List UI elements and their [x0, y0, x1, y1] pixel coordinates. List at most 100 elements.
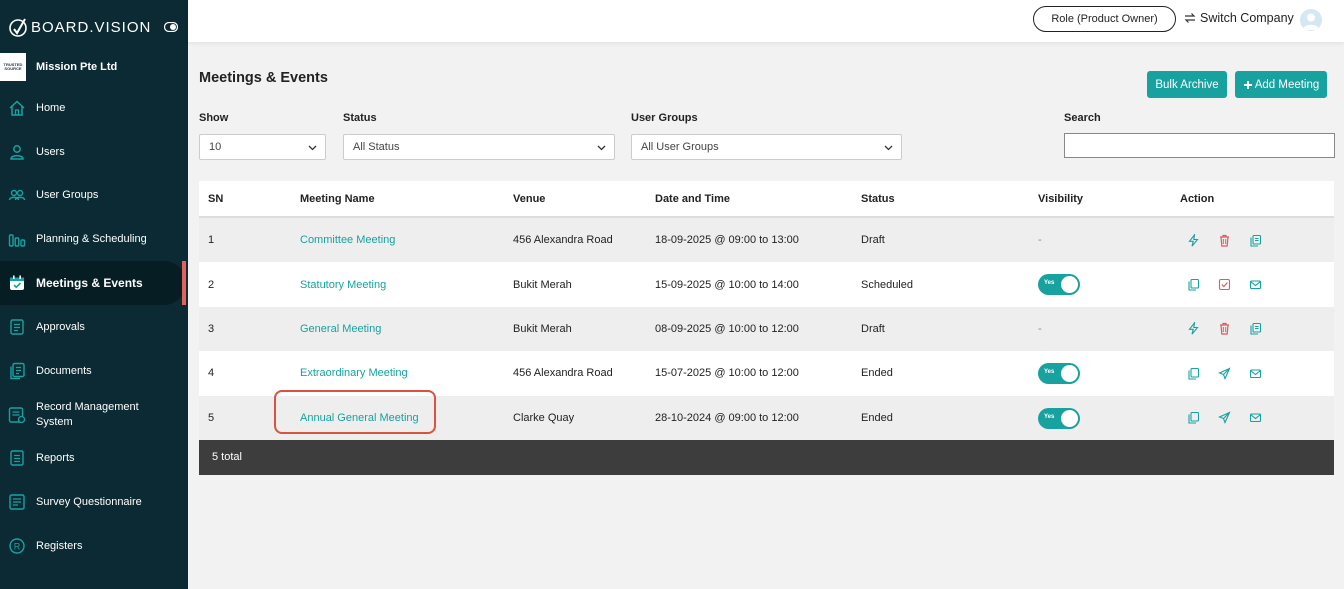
sidebar-item-label: Approvals — [36, 320, 85, 333]
delete-icon[interactable] — [1218, 234, 1231, 247]
table-row: 3 General Meeting Bukit Merah 08-09-2025… — [199, 306, 1334, 352]
add-meeting-button[interactable]: Add Meeting — [1235, 71, 1327, 98]
row-actions — [1187, 367, 1262, 380]
sidebar-item-home[interactable]: Home — [0, 86, 188, 130]
cell-venue: Bukit Merah — [513, 322, 572, 335]
cell-status: Draft — [861, 322, 885, 335]
sidebar-item-documents[interactable]: Documents — [0, 349, 188, 393]
check-square-icon[interactable] — [1218, 278, 1231, 291]
cell-status: Ended — [861, 411, 893, 424]
sidebar-item-approvals[interactable]: Approvals — [0, 305, 188, 349]
copy-icon[interactable] — [1187, 367, 1200, 380]
cell-status: Draft — [861, 234, 885, 247]
cell-date-time: 15-09-2025 @ 10:00 to 14:00 — [655, 278, 799, 291]
send-icon[interactable] — [1218, 411, 1231, 425]
top-bar: Role (Product Owner) Switch Company — [188, 0, 1344, 42]
plus-icon — [1243, 80, 1252, 89]
avatar[interactable] — [1300, 9, 1322, 31]
delete-icon[interactable] — [1218, 322, 1231, 336]
sidebar-item-label: Record Management System — [36, 400, 139, 428]
table-header: SN Meeting Name Venue Date and Time Stat… — [199, 181, 1334, 218]
company-selector[interactable]: TRUSTED SOURCE Mission Pte Ltd — [0, 53, 117, 81]
sidebar-item-users[interactable]: Users — [0, 130, 188, 174]
row-actions — [1187, 233, 1262, 247]
sidebar-item-reports[interactable]: Reports — [0, 437, 188, 481]
sidebar: BOARD.VISION TRUSTED SOURCE Mission Pte L… — [0, 0, 188, 589]
mail-icon[interactable] — [1249, 278, 1262, 291]
toggle-knob — [1061, 365, 1078, 383]
search-label: Search — [1064, 112, 1101, 124]
cell-sn: 4 — [208, 367, 215, 380]
copy-icon[interactable] — [1187, 278, 1200, 291]
toggle-knob — [1061, 276, 1078, 294]
cell-venue: Clarke Quay — [513, 411, 575, 424]
sidebar-item-meetings-events[interactable]: Meetings & Events — [0, 261, 186, 305]
header-venue[interactable]: Venue — [513, 193, 545, 205]
header-status[interactable]: Status — [861, 193, 895, 205]
sidebar-item-registers[interactable]: R Registers — [0, 524, 188, 568]
cell-date-time: 15-07-2025 @ 10:00 to 12:00 — [655, 367, 799, 380]
status-select[interactable]: All Status — [343, 134, 615, 160]
show-select[interactable]: 10 — [199, 134, 326, 160]
row-actions — [1187, 322, 1262, 336]
cell-date-time: 28-10-2024 @ 09:00 to 12:00 — [655, 411, 799, 424]
table-row: 2 Statutory Meeting Bukit Merah 15-09-20… — [199, 262, 1334, 307]
cell-sn: 2 — [208, 278, 215, 291]
user-groups-label: User Groups — [631, 112, 698, 124]
lightning-icon[interactable] — [1187, 233, 1200, 247]
cell-status: Scheduled — [861, 278, 913, 291]
visibility-toggle[interactable]: Yes — [1038, 363, 1080, 385]
cell-venue: Bukit Merah — [513, 278, 572, 291]
visibility-toggle[interactable]: Yes — [1038, 407, 1080, 429]
show-label: Show — [199, 112, 229, 124]
mail-icon[interactable] — [1249, 367, 1262, 380]
survey-icon — [8, 493, 26, 511]
user-groups-select[interactable]: All User Groups — [631, 134, 902, 160]
toggle-label: Yes — [1044, 280, 1055, 287]
meeting-name-link[interactable]: Extraordinary Meeting — [300, 367, 408, 379]
sidebar-toggle-icon[interactable] — [164, 22, 178, 32]
meeting-name-link[interactable]: General Meeting — [300, 323, 381, 335]
documents-icon — [8, 362, 26, 380]
copy-icon[interactable] — [1187, 411, 1200, 424]
copy-icon[interactable] — [1249, 234, 1262, 247]
header-action: Action — [1180, 192, 1215, 205]
company-logo: TRUSTED SOURCE — [0, 53, 26, 81]
chevron-down-icon — [597, 145, 606, 151]
sidebar-item-record-management[interactable]: Record Management System — [0, 393, 188, 437]
user-groups-value: All User Groups — [641, 141, 719, 153]
sidebar-item-user-groups[interactable]: User Groups — [0, 174, 188, 218]
visibility-toggle[interactable]: Yes — [1038, 274, 1080, 296]
cell-date-time: 08-09-2025 @ 10:00 to 12:00 — [655, 322, 799, 335]
cell-visibility: - — [1038, 234, 1042, 247]
cell-date-time: 18-09-2025 @ 09:00 to 13:00 — [655, 234, 799, 247]
mail-icon[interactable] — [1249, 411, 1262, 424]
cell-status: Ended — [861, 367, 893, 380]
approvals-icon — [8, 318, 26, 336]
sidebar-item-survey[interactable]: Survey Questionnaire — [0, 480, 188, 524]
sidebar-item-label: Registers — [36, 540, 83, 553]
lightning-icon[interactable] — [1187, 322, 1200, 336]
copy-icon[interactable] — [1249, 322, 1262, 336]
header-date-time[interactable]: Date and Time — [655, 193, 730, 205]
row-actions — [1187, 411, 1262, 425]
status-label: Status — [343, 112, 377, 124]
toggle-label: Yes — [1044, 413, 1055, 420]
meeting-name-link[interactable]: Committee Meeting — [300, 234, 395, 246]
page-title: Meetings & Events — [199, 70, 328, 86]
bulk-archive-button[interactable]: Bulk Archive — [1147, 71, 1227, 98]
role-button[interactable]: Role (Product Owner) — [1033, 6, 1176, 32]
meeting-name-link[interactable]: Statutory Meeting — [300, 279, 386, 291]
search-input[interactable] — [1064, 133, 1335, 158]
send-icon[interactable] — [1218, 367, 1231, 380]
toggle-knob — [1061, 409, 1078, 427]
company-name: Mission Pte Ltd — [36, 61, 118, 73]
switch-company-button[interactable]: Switch Company — [1184, 11, 1294, 25]
header-visibility: Visibility — [1038, 192, 1084, 205]
header-meeting-name[interactable]: Meeting Name — [300, 193, 375, 205]
sidebar-item-planning[interactable]: Planning & Scheduling — [0, 217, 188, 261]
brand[interactable]: BOARD.VISION — [8, 16, 151, 38]
sidebar-item-label: Home — [36, 101, 66, 114]
registers-icon: R — [8, 537, 26, 555]
switch-icon — [1184, 13, 1196, 23]
